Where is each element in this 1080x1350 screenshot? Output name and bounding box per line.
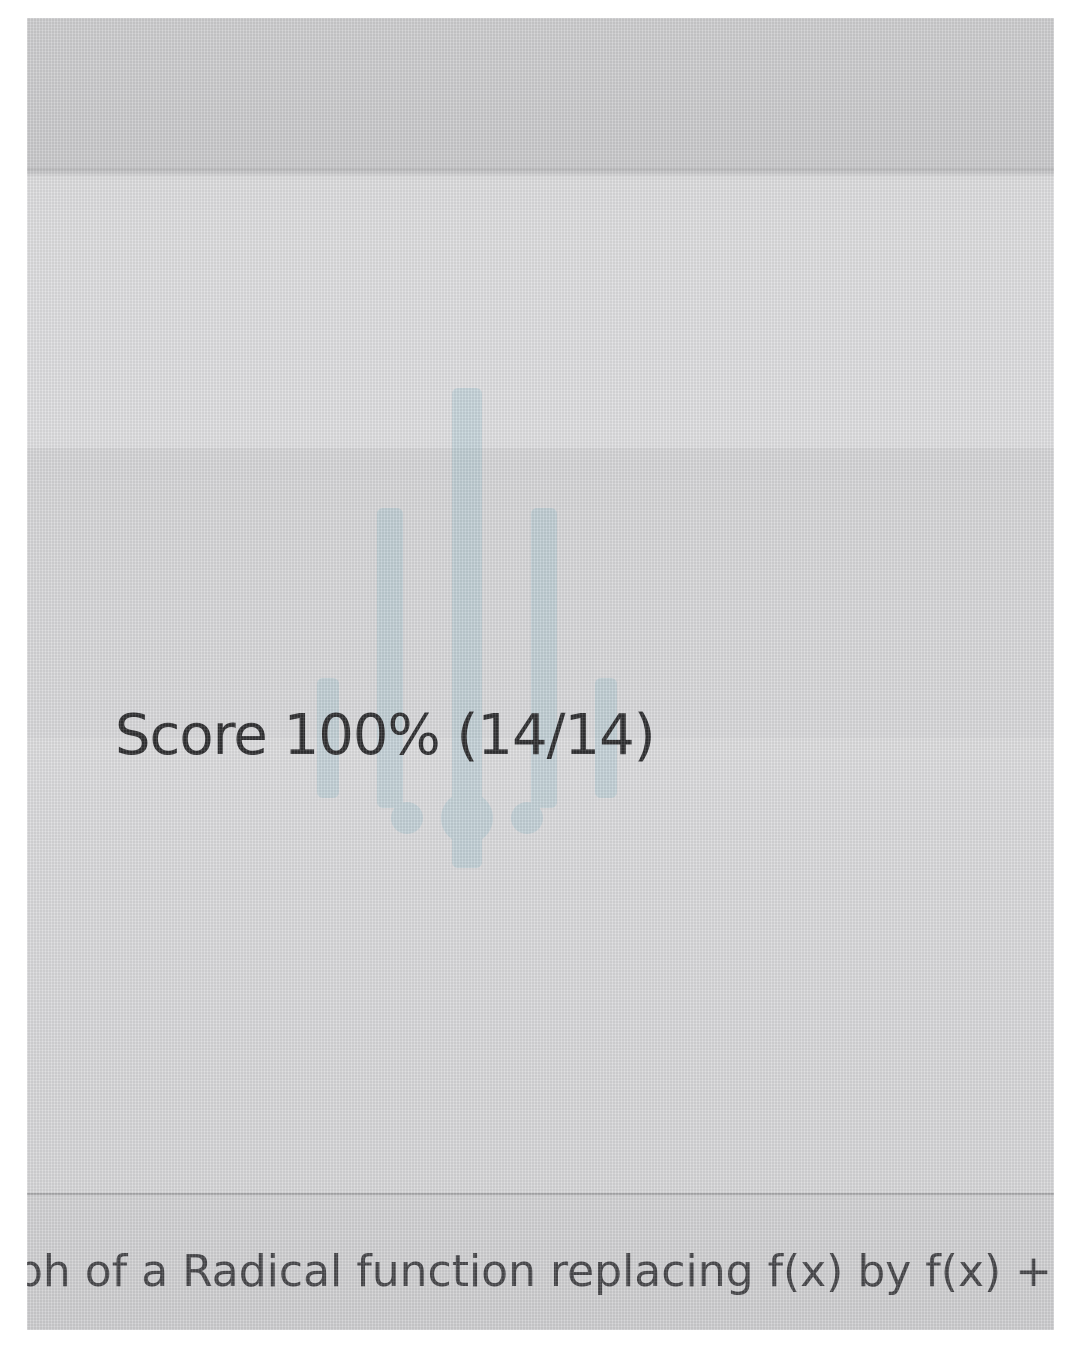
watermark-logo-icon [317, 388, 617, 868]
top-header-band [27, 18, 1054, 168]
screen-photo: Score 100% (14/14) ph of a Radical funct… [27, 18, 1054, 1330]
score-label: Score 100% (14/14) [115, 703, 656, 768]
question-title[interactable]: ph of a Radical function replacing f(x) … [27, 1246, 1054, 1297]
header-divider [27, 168, 1054, 176]
